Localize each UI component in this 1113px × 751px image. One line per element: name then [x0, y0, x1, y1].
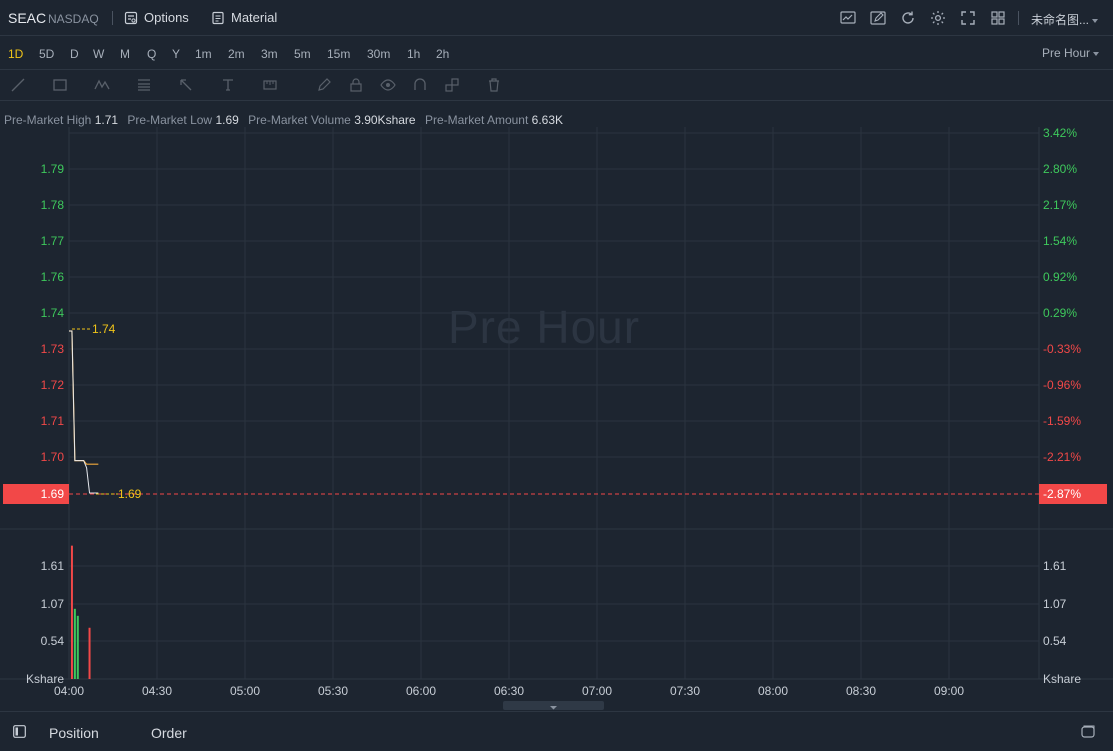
volume-tick-left: 1.07 [41, 597, 65, 611]
percent-tick: 2.80% [1043, 162, 1077, 176]
price-tick: 1.78 [41, 198, 65, 212]
volume-tick-right: 1.07 [1043, 597, 1067, 611]
percent-tick: 2.17% [1043, 198, 1077, 212]
price-tick: 1.77 [41, 234, 65, 248]
percent-tick: -0.33% [1043, 342, 1081, 356]
percent-tick: -1.59% [1043, 414, 1081, 428]
price-tick: 1.74 [41, 306, 65, 320]
price-tick: 1.76 [41, 270, 65, 284]
x-axis-tick: 07:00 [582, 684, 612, 698]
percent-tick: -0.96% [1043, 378, 1081, 392]
volume-tick-right: 0.54 [1043, 634, 1067, 648]
percent-tick: 0.92% [1043, 270, 1077, 284]
percent-tick: 0.29% [1043, 306, 1077, 320]
x-axis-tick: 05:00 [230, 684, 260, 698]
panel-resize-handle[interactable] [503, 701, 604, 710]
price-tick: 1.73 [41, 342, 65, 356]
last-marker-label: 1.69 [118, 487, 142, 501]
price-line [69, 330, 99, 494]
x-axis-tick: 06:00 [406, 684, 436, 698]
bottom-panel-bar: Position Order [0, 711, 1113, 751]
volume-bar [76, 615, 79, 679]
x-axis-tick: 04:00 [54, 684, 84, 698]
percent-tick: -2.21% [1043, 450, 1081, 464]
price-chart[interactable]: 04:00 04:30 05:00 05:30 06:00 06:30 07:00 07:30… [0, 0, 1113, 711]
open-marker-label: 1.74 [92, 322, 116, 336]
tab-order[interactable]: Order [151, 725, 187, 741]
price-tick: 1.79 [41, 162, 65, 176]
price-tick: 1.70 [41, 450, 65, 464]
volume-tick-left: 0.54 [41, 634, 65, 648]
last-price-label: 1.69 [41, 487, 65, 501]
percent-tick: 3.42% [1043, 126, 1077, 140]
x-axis-tick: 08:00 [758, 684, 788, 698]
volume-bar [70, 545, 73, 679]
x-axis-tick: 06:30 [494, 684, 524, 698]
volume-bar [73, 608, 76, 679]
x-axis-tick: 04:30 [142, 684, 172, 698]
tab-position[interactable]: Position [49, 725, 99, 741]
x-axis-tick: 07:30 [670, 684, 700, 698]
last-pct-label: -2.87% [1043, 487, 1081, 501]
volume-tick-right: 1.61 [1043, 559, 1067, 573]
x-axis-tick: 08:30 [846, 684, 876, 698]
x-axis-tick: 05:30 [318, 684, 348, 698]
chat-icon[interactable] [1080, 724, 1096, 740]
panel-toggle-icon[interactable] [13, 725, 26, 738]
volume-unit-left: Kshare [26, 672, 64, 686]
price-tick: 1.71 [41, 414, 65, 428]
price-tick: 1.72 [41, 378, 65, 392]
volume-tick-left: 1.61 [41, 559, 65, 573]
volume-bar [88, 627, 91, 679]
x-axis-tick: 09:00 [934, 684, 964, 698]
percent-tick: 1.54% [1043, 234, 1077, 248]
volume-unit-right: Kshare [1043, 672, 1081, 686]
